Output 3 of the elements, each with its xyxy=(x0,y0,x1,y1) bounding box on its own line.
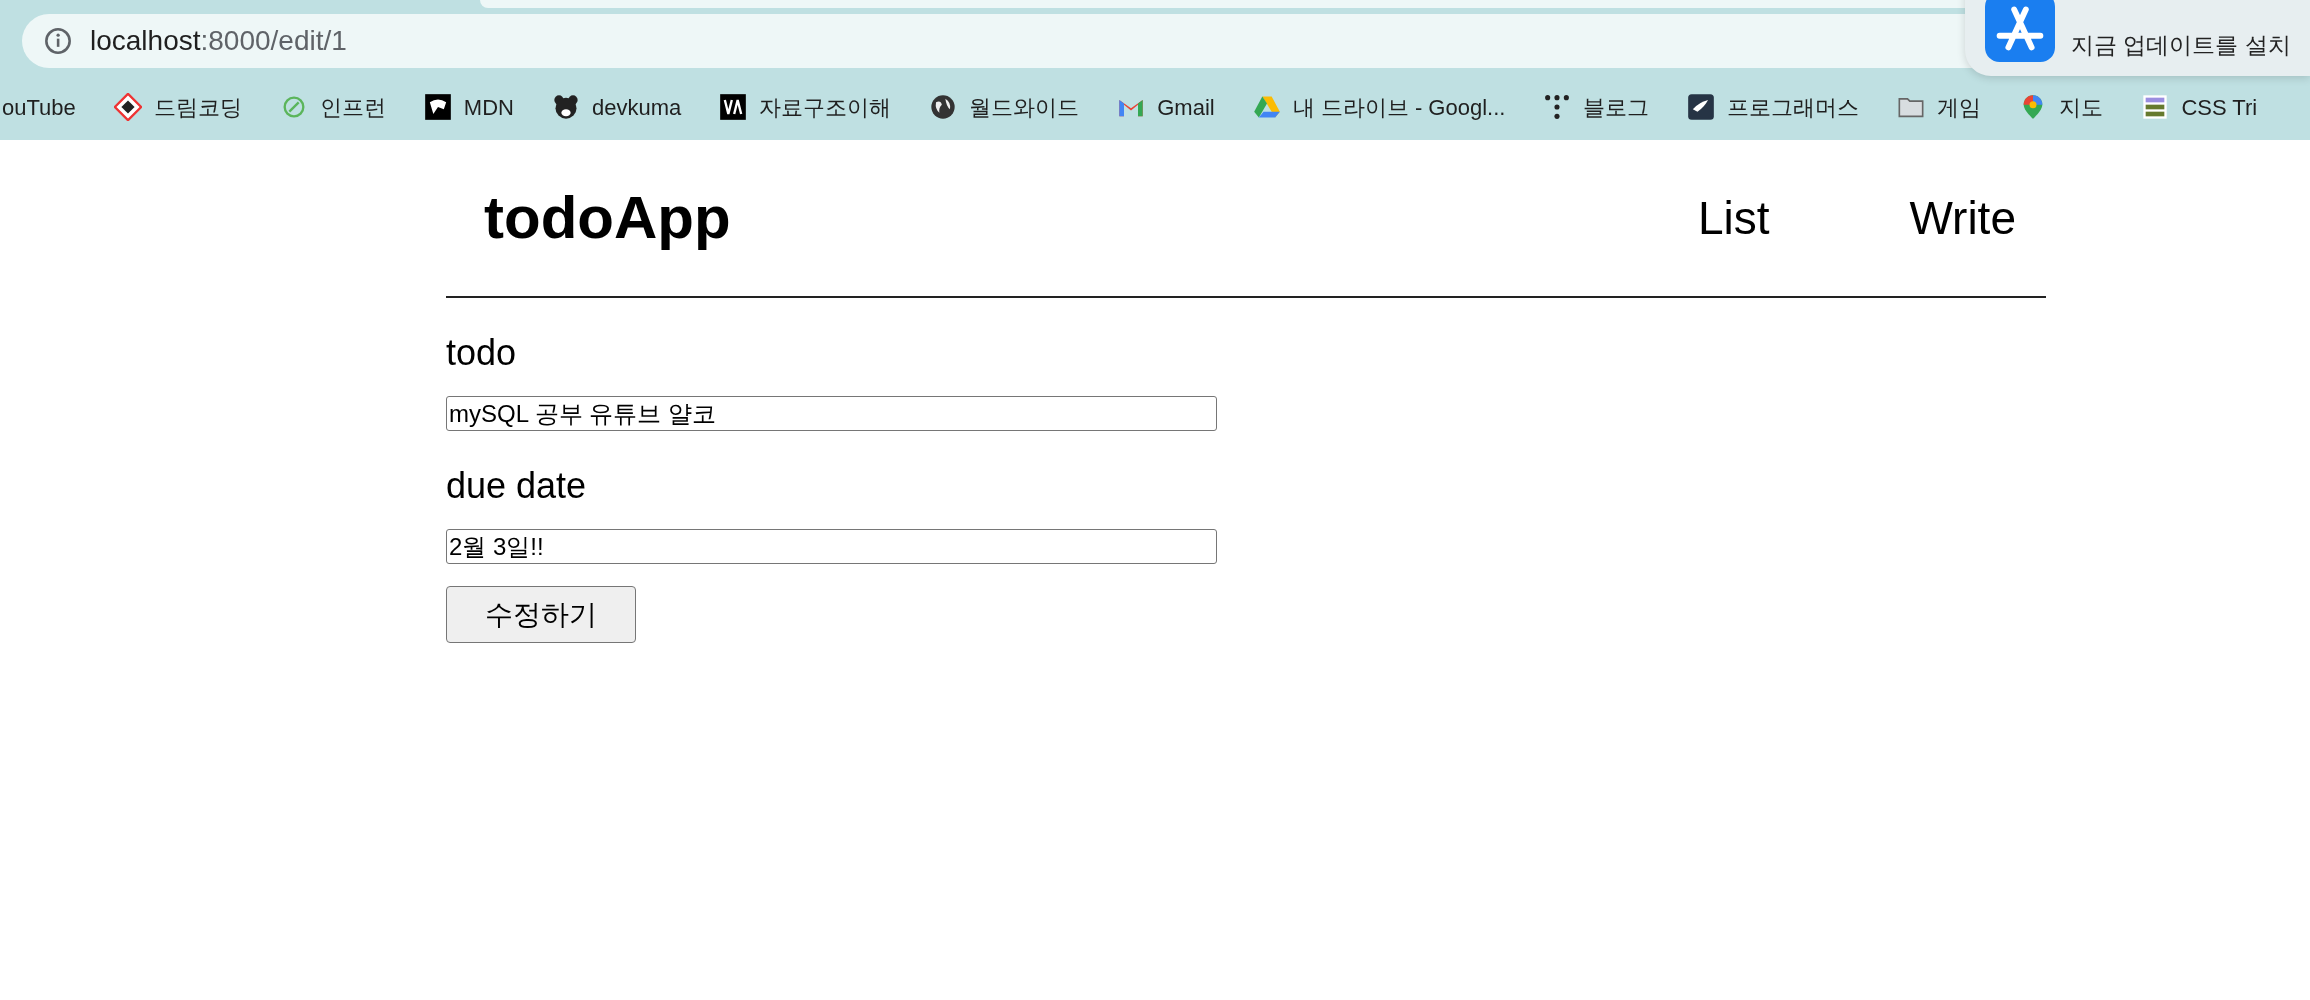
url-text: localhost:8000/edit/1 xyxy=(90,24,347,58)
field-label: todo xyxy=(446,331,518,375)
field-label: due date xyxy=(446,464,588,508)
